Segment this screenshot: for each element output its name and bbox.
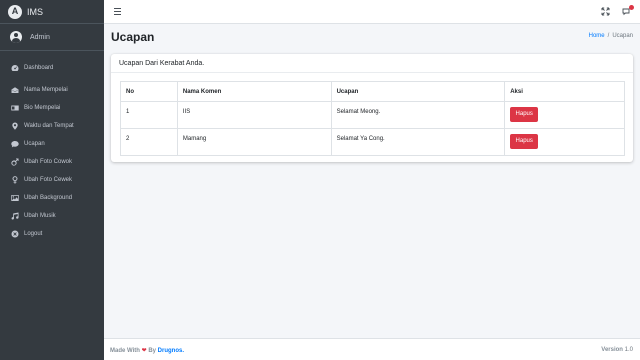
brand[interactable]: A IMS: [0, 0, 104, 24]
ucapan-card: Ucapan Dari Kerabat Anda. No Nama Komen …: [111, 54, 633, 162]
column-header-no: No: [120, 81, 178, 102]
tachometer-icon: [11, 64, 19, 72]
envelope-open-icon: [11, 86, 19, 94]
sidebar-item-ubah-musik[interactable]: Ubah Musik: [0, 207, 104, 225]
sidebar-item-label: Ubah Foto Cowok: [24, 159, 73, 165]
sidebar-item-label: Waktu dan Tempat: [24, 123, 74, 129]
hapus-button[interactable]: Hapus: [510, 134, 539, 149]
content-header: Ucapan Home / Ucapan: [104, 24, 640, 52]
page-title: Ucapan: [111, 30, 155, 44]
sidebar-item-label: Dashboard: [24, 65, 54, 71]
column-header-ucapan: Ucapan: [330, 81, 506, 102]
table-row: 2 Mamang Selamat Ya Cong. Hapus: [120, 128, 625, 156]
brand-name: IMS: [27, 6, 44, 17]
sidebar-item-label: Bio Mempelai: [24, 105, 61, 111]
times-circle-icon: [11, 230, 19, 238]
footer-version: Version 1.0: [601, 347, 633, 353]
sidebar-item-ubah-foto-cewek[interactable]: Ubah Foto Cewek: [0, 171, 104, 189]
version-label: Version: [601, 347, 623, 353]
user-name: Admin: [30, 33, 50, 41]
user-avatar-icon: [10, 31, 22, 43]
id-card-icon: [11, 104, 19, 112]
sidebar-item-label: Nama Mempelai: [24, 87, 68, 93]
footer-credit: Made With ❤ By Drugnos.: [110, 347, 184, 354]
sidebar: A IMS Admin Dashboard Nama Mempelai Bio …: [0, 0, 104, 360]
table-row: 1 IIS Selamat Meong. Hapus: [120, 101, 625, 129]
top-navbar: [104, 0, 640, 24]
venus-icon: [11, 176, 19, 184]
sidebar-item-label: Logout: [24, 231, 43, 237]
brand-logo-letter: A: [11, 6, 19, 16]
column-header-aksi: Aksi: [504, 81, 625, 102]
cell-nama-komen: IIS: [176, 101, 332, 129]
footer-made-with: Made With: [110, 348, 140, 354]
image-icon: [11, 194, 19, 202]
sidebar-item-dashboard[interactable]: Dashboard: [0, 59, 104, 77]
comment-icon: [11, 140, 19, 148]
mars-icon: [11, 158, 19, 166]
cell-ucapan: Selamat Ya Cong.: [330, 128, 506, 156]
heart-icon: ❤: [141, 348, 147, 354]
sidebar-item-label: Ubah Foto Cewek: [24, 177, 73, 183]
sidebar-item-waktu-dan-tempat[interactable]: Waktu dan Tempat: [0, 117, 104, 135]
sidebar-nav: Dashboard Nama Mempelai Bio Mempelai Wak…: [0, 59, 104, 243]
fullscreen-icon[interactable]: [601, 7, 610, 16]
cell-no: 2: [120, 128, 178, 156]
cell-ucapan: Selamat Meong.: [330, 101, 506, 129]
brand-logo: A: [8, 4, 22, 19]
breadcrumb-separator: /: [607, 33, 610, 39]
sidebar-item-ucapan[interactable]: Ucapan: [0, 135, 104, 153]
hapus-button[interactable]: Hapus: [510, 107, 539, 122]
menu-toggle-icon[interactable]: [114, 8, 121, 15]
cell-aksi: Hapus: [504, 101, 625, 129]
sidebar-item-label: Ubah Musik: [24, 213, 56, 219]
breadcrumb: Home / Ucapan: [589, 33, 633, 39]
footer: Made With ❤ By Drugnos. Version 1.0: [104, 338, 640, 360]
ucapan-table: No Nama Komen Ucapan Aksi 1 IIS Selamat …: [120, 81, 625, 156]
sidebar-item-label: Ucapan: [24, 141, 45, 147]
sidebar-item-bio-mempelai[interactable]: Bio Mempelai: [0, 99, 104, 117]
footer-author-link[interactable]: Drugnos.: [158, 348, 184, 354]
version-number: 1.0: [624, 347, 633, 353]
breadcrumb-home-link[interactable]: Home: [589, 33, 605, 39]
table-header-row: No Nama Komen Ucapan Aksi: [120, 81, 625, 102]
music-icon: [11, 212, 19, 220]
breadcrumb-current: Ucapan: [612, 33, 633, 39]
sidebar-item-logout[interactable]: Logout: [0, 225, 104, 243]
footer-by: By: [148, 348, 156, 354]
cell-no: 1: [120, 101, 178, 129]
map-marker-icon: [11, 122, 19, 130]
cell-aksi: Hapus: [504, 128, 625, 156]
card-title: Ucapan Dari Kerabat Anda.: [111, 54, 633, 73]
sidebar-item-label: Ubah Background: [24, 195, 73, 201]
sidebar-item-ubah-foto-cowok[interactable]: Ubah Foto Cowok: [0, 153, 104, 171]
sidebar-item-nama-mempelai[interactable]: Nama Mempelai: [0, 81, 104, 99]
user-panel[interactable]: Admin: [0, 24, 104, 51]
sidebar-item-ubah-background[interactable]: Ubah Background: [0, 189, 104, 207]
cell-nama-komen: Mamang: [176, 128, 332, 156]
notification-badge: [629, 5, 634, 10]
column-header-nama-komen: Nama Komen: [176, 81, 332, 102]
